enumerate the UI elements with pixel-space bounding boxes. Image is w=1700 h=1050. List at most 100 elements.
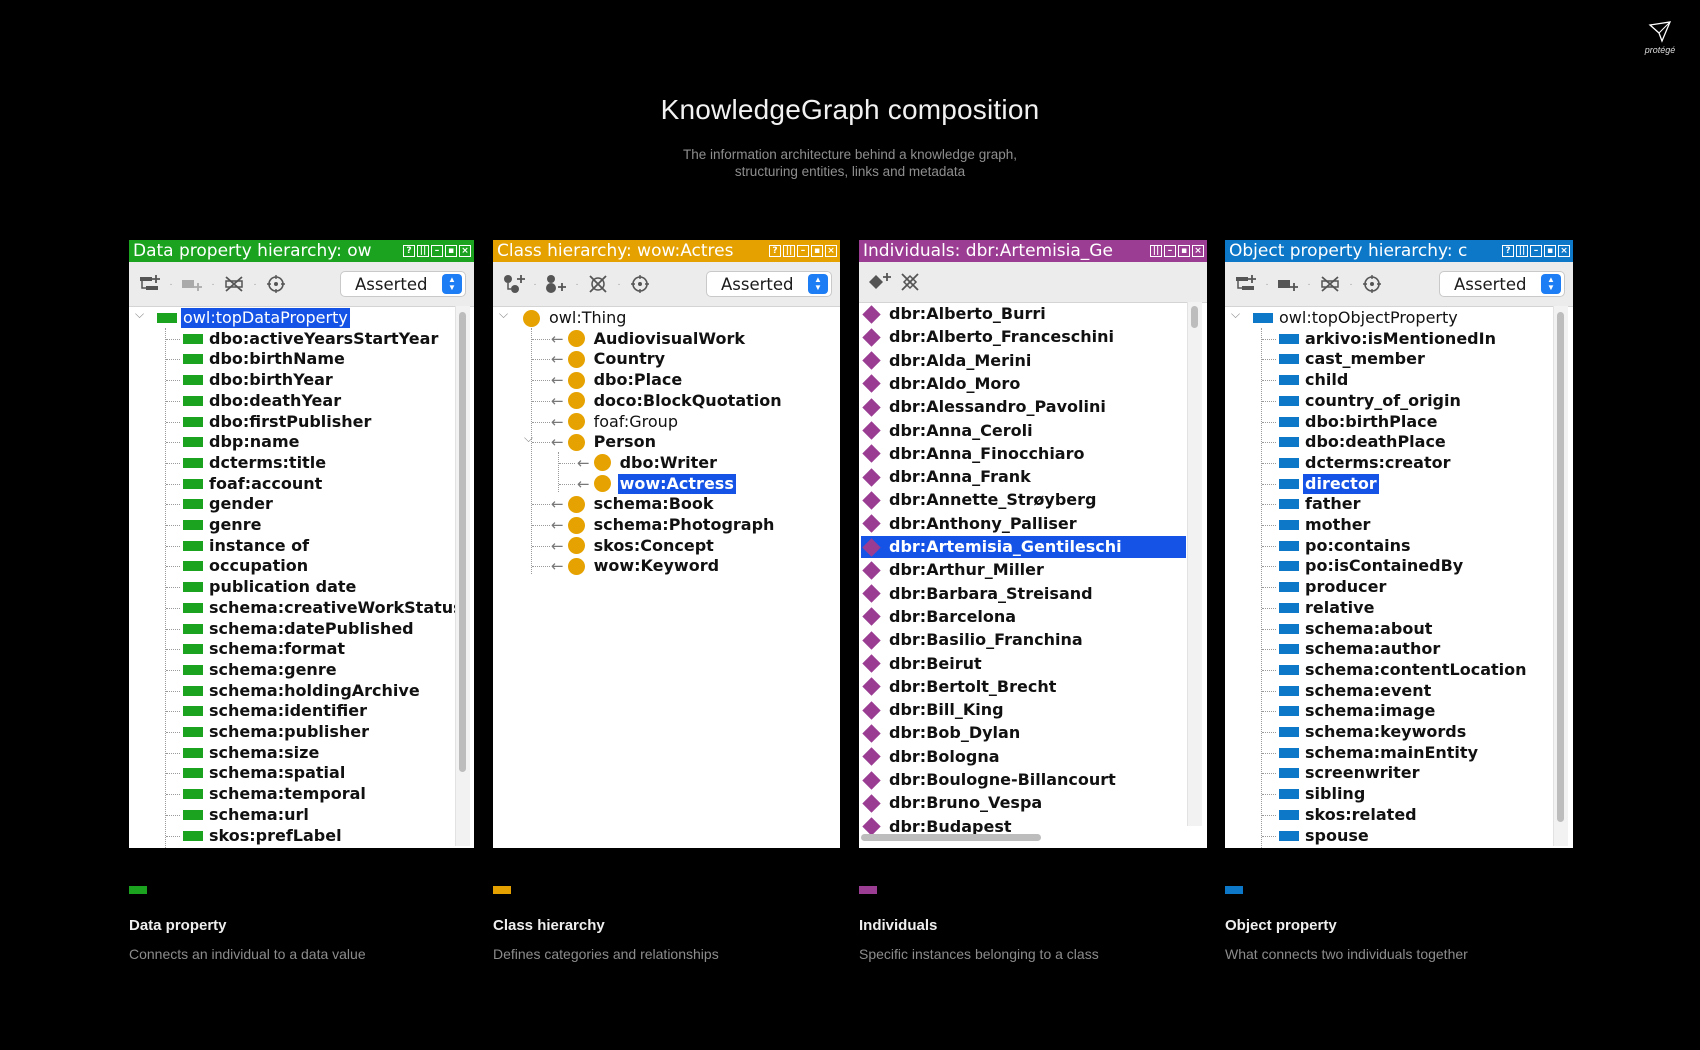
tree-item[interactable]: ← schema:Photograph	[551, 515, 776, 535]
tree-item[interactable]: child	[1279, 370, 1350, 390]
split-icon[interactable]: ||	[1516, 245, 1528, 257]
close-icon[interactable]: ×	[459, 245, 471, 257]
tree-item[interactable]: schema:datePublished	[183, 619, 416, 639]
delete-button[interactable]	[1315, 270, 1345, 298]
add-subproperty-button[interactable]	[135, 270, 165, 298]
tree-item[interactable]: gender	[183, 494, 275, 514]
individual-item[interactable]: dbr:Barbara_Streisand	[861, 584, 1095, 604]
tree-item[interactable]: dbo:birthName	[183, 349, 347, 369]
tree-item[interactable]: schema:author	[1279, 639, 1442, 659]
tree-item[interactable]: ← Person	[551, 432, 658, 452]
individual-item[interactable]: dbr:Alda_Merini	[861, 351, 1033, 371]
individual-item[interactable]: dbr:Beirut	[861, 654, 984, 674]
tree-item[interactable]: ← doco:BlockQuotation	[551, 391, 784, 411]
close-icon[interactable]: ×	[1192, 245, 1204, 257]
tree-item[interactable]: dbo:deathPlace	[1279, 432, 1448, 452]
tree-item[interactable]: father	[1279, 494, 1363, 514]
add-sibling-button[interactable]	[177, 270, 207, 298]
tree-item[interactable]: producer	[1279, 577, 1388, 597]
add-subclass-button[interactable]	[499, 270, 529, 298]
individual-item[interactable]: dbr:Bruno_Vespa	[861, 793, 1044, 813]
tree-item[interactable]: dbo:birthPlace	[1279, 412, 1440, 432]
scrollbar-thumb[interactable]	[459, 312, 466, 772]
individual-item[interactable]: dbr:Anna_Ceroli	[861, 421, 1035, 441]
tree-item[interactable]: ← skos:Concept	[551, 536, 716, 556]
tree-item-root[interactable]: owl:topDataProperty	[157, 308, 350, 328]
delete-button[interactable]	[219, 270, 249, 298]
tree-item[interactable]: director	[1279, 473, 1379, 494]
individual-item[interactable]: dbr:Annette_Strøyberg	[861, 490, 1099, 510]
scrollbar-thumb[interactable]	[1191, 306, 1198, 328]
add-individual-button[interactable]	[865, 268, 895, 296]
tree-item[interactable]: schema:event	[1279, 681, 1433, 701]
asserted-select[interactable]: Asserted ▲ ▼	[340, 271, 466, 297]
individual-item[interactable]: dbr:Basilio_Franchina	[861, 630, 1085, 650]
tree-item[interactable]: po:contains	[1279, 536, 1413, 556]
tree-item[interactable]: ← wow:Keyword	[551, 556, 721, 576]
tree-item[interactable]: schema:identifier	[183, 701, 369, 721]
tree-item[interactable]: country_of_origin	[1279, 391, 1463, 411]
asserted-select[interactable]: Asserted ▲ ▼	[1439, 271, 1565, 297]
tree-item[interactable]: dcterms:creator	[1279, 453, 1452, 473]
tree-item[interactable]: instance of	[183, 536, 311, 556]
delete-class-button[interactable]	[583, 270, 613, 298]
add-subproperty-button[interactable]	[1231, 270, 1261, 298]
find-button[interactable]	[625, 270, 655, 298]
tree-item[interactable]: schema:creativeWorkStatus	[183, 598, 465, 618]
tree-item[interactable]: schema:spatial	[183, 763, 347, 783]
individual-item[interactable]: dbr:Anna_Frank	[861, 467, 1033, 487]
tree-item[interactable]: schema:size	[183, 743, 321, 763]
individual-item[interactable]: dbr:Bologna	[861, 747, 1002, 767]
individual-item[interactable]: dbr:Boulogne-Billancourt	[861, 770, 1118, 790]
tree-item[interactable]: schema:keywords	[1279, 722, 1468, 742]
expand-chevron-icon[interactable]: ⌵	[524, 431, 533, 446]
asserted-select[interactable]: Asserted ▲ ▼	[706, 271, 832, 297]
tree-item[interactable]: dbo:birthYear	[183, 370, 335, 390]
minimize-icon[interactable]: –	[1530, 245, 1542, 257]
help-icon[interactable]: ?	[1502, 245, 1514, 257]
tree-item[interactable]: schema:url	[183, 805, 311, 825]
tree-item[interactable]: spouse	[1279, 826, 1371, 846]
maximize-icon[interactable]: ▪	[1178, 245, 1190, 257]
tree-item[interactable]: schema:image	[1279, 701, 1437, 721]
tree-item[interactable]: ← schema:Book	[551, 494, 716, 514]
tree-item[interactable]: schema:mainEntity	[1279, 743, 1480, 763]
tree-item[interactable]: skos:related	[1279, 805, 1419, 825]
find-button[interactable]	[1357, 270, 1387, 298]
scrollbar-track[interactable]	[1187, 302, 1202, 826]
tree-item[interactable]: relative	[1279, 598, 1376, 618]
tree-item[interactable]: po:isContainedBy	[1279, 556, 1465, 576]
tree-item[interactable]: ← wow:Actress	[577, 473, 736, 494]
individual-item[interactable]: dbr:Bob_Dylan	[861, 723, 1022, 743]
add-sibling-class-button[interactable]	[541, 270, 571, 298]
tree-item[interactable]: ← dbo:Place	[551, 370, 684, 390]
split-icon[interactable]: ||	[783, 245, 795, 257]
individual-item[interactable]: dbr:Alessandro_Pavolini	[861, 397, 1108, 417]
tree-item-root[interactable]: owl:Thing	[523, 308, 628, 328]
tree-item[interactable]: arkivo:isMentionedIn	[1279, 329, 1498, 349]
individual-item[interactable]: dbr:Arthur_Miller	[861, 560, 1046, 580]
minimize-icon[interactable]: –	[1164, 245, 1176, 257]
tree-item[interactable]: schema:format	[183, 639, 347, 659]
tree-item[interactable]: sibling	[1279, 784, 1367, 804]
tree-item[interactable]: skos:prefLabel	[183, 826, 344, 846]
tree-item[interactable]: ← dbo:Writer	[577, 453, 719, 473]
tree-item[interactable]: dcterms:title	[183, 453, 328, 473]
add-sibling-button[interactable]	[1273, 270, 1303, 298]
tree-item-root[interactable]: owl:topObjectProperty	[1253, 308, 1460, 328]
tree-item[interactable]: occupation	[183, 556, 310, 576]
individual-item[interactable]: dbr:Anthony_Palliser	[861, 514, 1079, 534]
tree-item[interactable]: schema:about	[1279, 619, 1434, 639]
tree-item[interactable]: dbo:deathYear	[183, 391, 343, 411]
tree-item[interactable]: foaf:account	[183, 474, 324, 494]
tree-item[interactable]: dbp:name	[183, 432, 301, 452]
tree-item[interactable]: ← foaf:Group	[551, 412, 680, 432]
individual-item[interactable]: dbr:Anna_Finocchiaro	[861, 444, 1086, 464]
help-icon[interactable]: ?	[403, 245, 415, 257]
individual-item[interactable]: dbr:Bertolt_Brecht	[861, 677, 1058, 697]
individual-item[interactable]: dbr:Bill_King	[861, 700, 1006, 720]
maximize-icon[interactable]: ▪	[445, 245, 457, 257]
split-icon[interactable]: ||	[417, 245, 429, 257]
tree-item[interactable]: schema:genre	[183, 660, 339, 680]
individual-item[interactable]: dbr:Barcelona	[861, 607, 1018, 627]
